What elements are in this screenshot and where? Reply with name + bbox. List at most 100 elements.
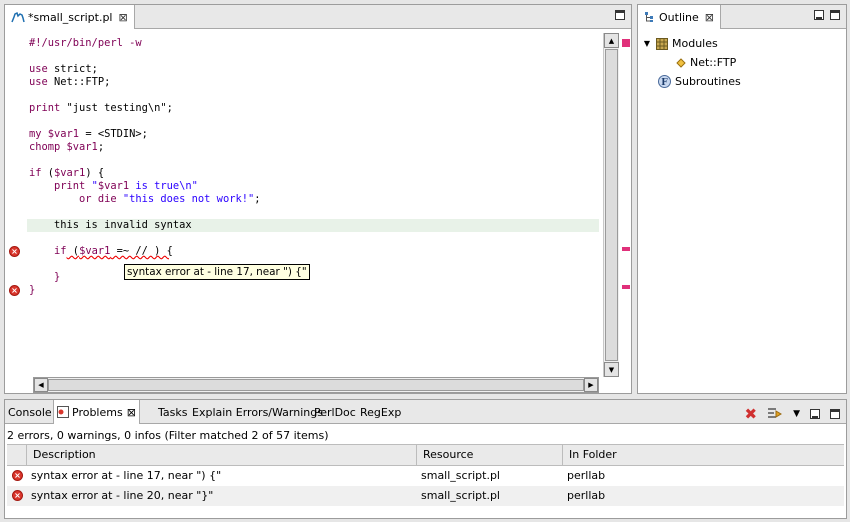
tree-modules[interactable]: ▼ Modules [642,37,718,50]
code-token: $var1 [97,180,130,192]
code-token: ( [41,167,55,179]
table-row[interactable]: × syntax error at - line 20, near "}" smal… [7,486,844,506]
code-token: $var1 [60,141,98,153]
code-token: or [29,193,92,205]
column-header-folder[interactable]: In Folder [563,445,846,465]
code-line[interactable]: if ($var1) { [29,167,104,180]
tab-explain-errors-warnings[interactable]: Explain Errors/Warnings [189,400,326,424]
close-icon[interactable]: ⊠ [705,11,714,24]
code-line[interactable]: use strict; [29,63,98,76]
close-icon[interactable]: ⊠ [127,406,136,419]
overview-error-marker[interactable] [622,39,630,47]
code-token: print [29,180,86,192]
code-line[interactable]: or die "this does not work!"; [29,193,260,206]
code-token: use [29,63,48,75]
table-row[interactable]: × syntax error at - line 17, near ") {" sm… [7,466,844,486]
scroll-thumb[interactable] [605,49,618,361]
maximize-icon[interactable] [615,10,625,20]
code-token: strict; [47,63,98,75]
maximize-icon[interactable] [830,10,840,20]
tab-tasks[interactable]: Tasks [155,400,190,424]
tab-label: Problems [72,405,123,419]
code-line[interactable]: print "$var1 is true\n" [29,180,198,193]
tree-module-item[interactable]: Net::FTP [676,56,736,69]
editor-tab[interactable]: *small_script.pl ⊠ [5,5,135,29]
code-line[interactable]: chomp $var1; [29,141,104,154]
problems-table-header: Description Resource In Folder [7,444,844,466]
code-line[interactable]: my $var1 = <STDIN>; [29,128,148,141]
tab-problems[interactable]: Problems ⊠ [53,400,140,424]
code-token: ) { [85,167,105,179]
code-area[interactable]: #!/usr/bin/perl -wuse strict; use Net::FT… [27,33,599,377]
overview-error-marker[interactable] [622,247,630,251]
overview-error-marker[interactable] [622,285,630,289]
outline-tabbar: Outline ⊠ [638,5,846,29]
error-icon: × [12,490,23,501]
tab-label: Tasks [158,405,188,419]
code-line[interactable]: this is invalid syntax [27,219,599,232]
maximize-icon[interactable] [830,409,840,419]
tree-module-label: Net::FTP [690,56,737,69]
code-line[interactable]: } [29,284,35,297]
vertical-scrollbar[interactable]: ▲ ▼ [603,33,619,377]
module-diamond-icon [676,57,686,68]
horizontal-scrollbar[interactable]: ◀ ▶ [33,377,599,393]
view-menu-icon[interactable]: ▼ [793,409,800,419]
hscroll-thumb[interactable] [48,379,584,391]
cell-folder: perllab [567,469,606,482]
cell-description: syntax error at - line 17, near ") {" [31,469,222,482]
outline-tab[interactable]: Outline ⊠ [638,5,722,29]
code-line[interactable]: if ($var1 =~ // ) { [29,245,173,258]
code-token: if [29,167,42,179]
minimize-icon[interactable] [810,409,820,419]
code-line[interactable]: } [29,271,60,284]
filter-icon[interactable] [767,407,783,421]
column-header-resource[interactable]: Resource [417,445,563,465]
code-token: } [29,284,36,296]
expand-triangle-icon[interactable]: ▼ [642,39,652,48]
error-tooltip: syntax error at - line 17, near ") {" [124,264,310,280]
tab-label: Explain Errors/Warnings [192,405,323,419]
editor-pane: *small_script.pl ⊠ × × #!/usr/bin/perl -w… [4,4,632,394]
scroll-right-icon[interactable]: ▶ [584,378,598,392]
tree-modules-label: Modules [672,37,718,50]
tab-perldoc[interactable]: PerlDoc [311,400,359,424]
tab-console[interactable]: Console [5,400,55,424]
column-header-description[interactable]: Description [27,445,417,465]
problems-tabbar: Console Problems ⊠ Tasks Explain Errors/Warn… [5,400,846,424]
code-token: $var1 [54,167,86,179]
code-token: this is invalid syntax [29,219,192,231]
code-line[interactable]: use Net::FTP; [29,76,110,89]
problems-pane: Console Problems ⊠ Tasks Explain Errors/Warn… [4,399,847,519]
editor-ruler: × × [5,33,27,377]
tab-regexp[interactable]: RegExp [357,400,404,424]
minimize-icon[interactable] [814,10,824,20]
tree-subroutines[interactable]: F Subroutines [658,75,741,88]
cell-resource: small_script.pl [421,469,500,482]
code-token: #!/usr/bin/perl -w [29,37,142,49]
code-token: ( [66,245,80,257]
outline-pane: Outline ⊠ ▼ Modules Net::FTP F Subroutin… [637,4,847,394]
close-icon[interactable]: ⊠ [119,11,128,24]
scroll-up-icon[interactable]: ▲ [604,33,619,48]
editor-tab-label: *small_script.pl [28,10,113,24]
delete-icon[interactable]: ✖ [745,405,758,423]
error-icon[interactable]: × [9,285,20,296]
code-token: chomp [29,141,61,153]
code-line[interactable]: #!/usr/bin/perl -w [29,37,142,50]
scroll-down-icon[interactable]: ▼ [604,362,619,377]
code-token: $var1 [79,245,111,257]
error-icon: × [12,470,23,481]
error-icon[interactable]: × [9,246,20,257]
outline-tab-label: Outline [659,10,699,24]
scroll-left-icon[interactable]: ◀ [34,378,48,392]
tab-label: Console [8,405,52,419]
problems-icon [57,406,69,418]
column-header-icon[interactable] [7,445,27,465]
problems-summary: 2 errors, 0 warnings, 0 infos (Filter ma… [7,429,329,442]
overview-ruler [619,33,631,377]
outline-icon [644,11,656,23]
code-token: } [29,271,61,283]
code-token: if [29,245,67,257]
code-line[interactable]: print "just testing\n"; [29,102,173,115]
